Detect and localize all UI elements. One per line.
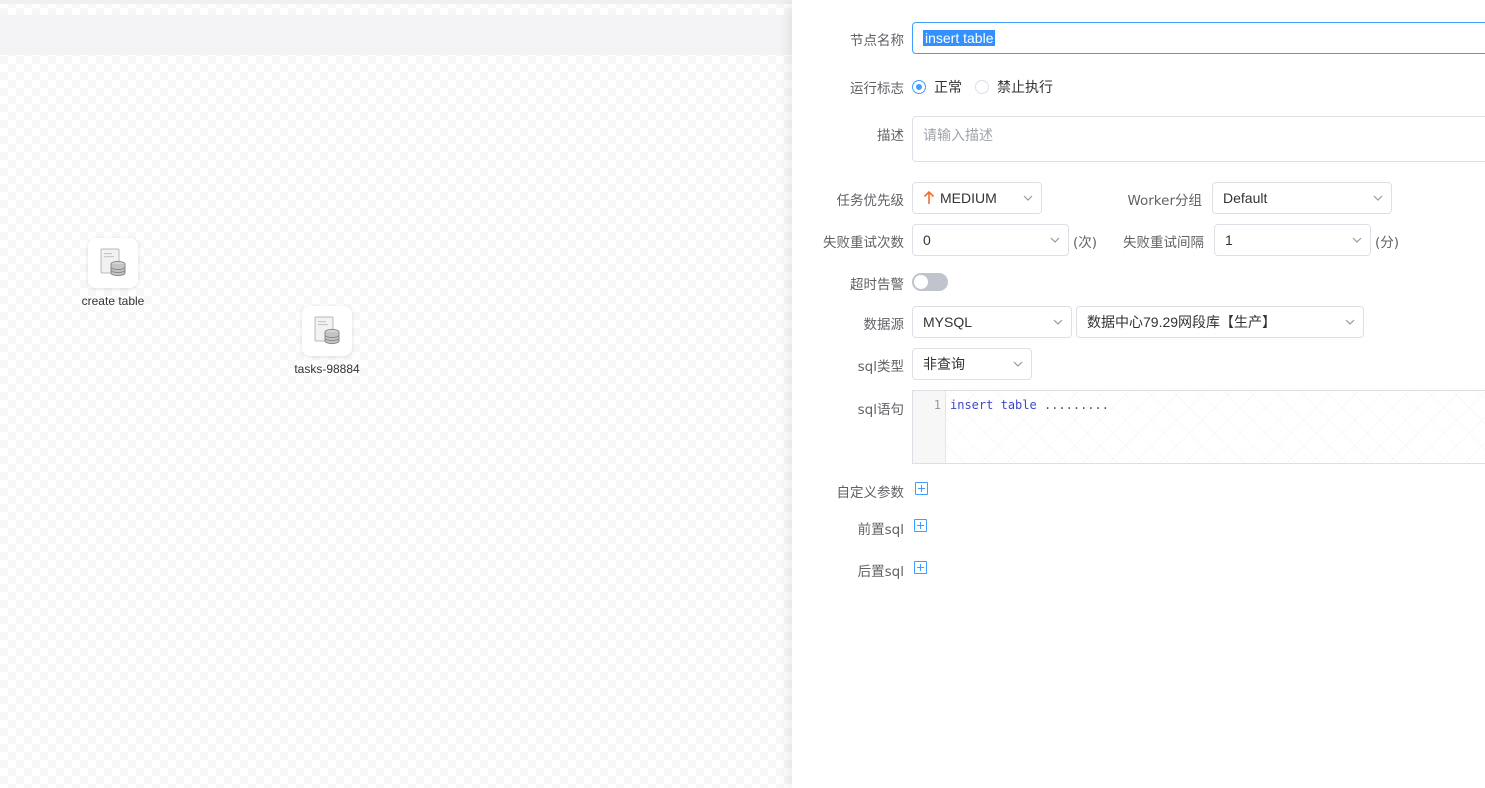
- description-placeholder: 请输入描述: [923, 127, 993, 143]
- top-strip: [0, 0, 792, 4]
- node-name-label: 节点名称: [850, 33, 904, 49]
- priority-value: MEDIUM: [940, 190, 997, 206]
- dag-node-create-table[interactable]: create table: [58, 238, 168, 308]
- sql-keyword: insert: [950, 398, 994, 412]
- priority-select[interactable]: MEDIUM: [912, 182, 1042, 214]
- node-name-input[interactable]: insert table: [912, 22, 1485, 54]
- sql-type-label: sql类型: [857, 359, 904, 375]
- timeout-alert-label: 超时告警: [850, 277, 904, 293]
- chevron-down-icon: [1365, 195, 1391, 201]
- run-flag-label: 运行标志: [850, 81, 904, 97]
- worker-group-select[interactable]: Default: [1212, 182, 1392, 214]
- node-label: tasks-98884: [294, 362, 360, 376]
- canvas-toolbar: [0, 15, 792, 55]
- retry-interval-label: 失败重试间隔: [1123, 235, 1204, 251]
- chevron-down-icon: [1042, 237, 1068, 243]
- chevron-down-icon: [1005, 361, 1031, 367]
- dag-node-tasks-98884[interactable]: tasks-98884: [272, 306, 382, 376]
- run-flag-normal-radio[interactable]: 正常: [912, 77, 962, 97]
- node-label: create table: [81, 294, 145, 308]
- switch-knob: [914, 275, 928, 289]
- chevron-down-icon: [1337, 319, 1363, 325]
- sql-type-select[interactable]: 非查询: [912, 348, 1032, 380]
- sql-code-line[interactable]: insert table .........: [950, 398, 1109, 412]
- sql-code-editor[interactable]: 1 insert table .........: [912, 390, 1485, 464]
- datasource-instance-value: 数据中心79.29网段库【生产】: [1087, 314, 1277, 330]
- sql-statement-label: sql语句: [857, 402, 904, 418]
- sql-database-icon[interactable]: [302, 306, 352, 356]
- retry-times-value: 0: [923, 232, 931, 248]
- sql-keyword: table: [1000, 398, 1037, 412]
- post-sql-label: 后置sql: [857, 564, 904, 580]
- worker-group-value: Default: [1223, 190, 1268, 206]
- chevron-down-icon: [1015, 195, 1041, 201]
- custom-params-label: 自定义参数: [836, 485, 905, 501]
- arrow-up-icon: [923, 191, 935, 205]
- chevron-down-icon: [1344, 237, 1370, 243]
- radio-label: 禁止执行: [997, 80, 1053, 96]
- radio-label: 正常: [934, 80, 962, 96]
- timeout-alert-switch[interactable]: [912, 273, 948, 291]
- add-pre-sql-plus-icon[interactable]: [914, 519, 927, 532]
- sql-database-icon[interactable]: [88, 238, 138, 288]
- retry-interval-unit: (分): [1375, 235, 1400, 251]
- add-post-sql-plus-icon[interactable]: [914, 561, 927, 574]
- priority-label: 任务优先级: [836, 193, 905, 209]
- description-textarea[interactable]: 请输入描述: [912, 116, 1485, 162]
- radio-unchecked-icon: [975, 80, 989, 94]
- description-label: 描述: [877, 128, 904, 144]
- line-number: 1: [913, 391, 946, 463]
- retry-interval-select[interactable]: 1: [1214, 224, 1371, 256]
- run-flag-forbidden-radio[interactable]: 禁止执行: [975, 77, 1053, 97]
- radio-checked-icon: [912, 80, 926, 94]
- retry-times-label: 失败重试次数: [823, 235, 904, 251]
- chevron-down-icon: [1045, 319, 1071, 325]
- dag-canvas[interactable]: create table tasks-98884: [0, 0, 792, 788]
- datasource-label: 数据源: [863, 317, 905, 333]
- retry-times-select[interactable]: 0: [912, 224, 1069, 256]
- datasource-instance-select[interactable]: 数据中心79.29网段库【生产】: [1076, 306, 1364, 338]
- sql-text: .........: [1043, 398, 1109, 412]
- worker-group-label: Worker分组: [1127, 193, 1202, 209]
- retry-times-unit: (次): [1073, 235, 1098, 251]
- add-custom-param-plus-icon[interactable]: [915, 482, 928, 495]
- retry-interval-value: 1: [1225, 232, 1233, 248]
- node-settings-drawer: 节点名称 insert table 运行标志 正常 禁止执行 描述 请输入描述 …: [792, 0, 1485, 788]
- datasource-type-value: MYSQL: [923, 314, 973, 330]
- datasource-type-select[interactable]: MYSQL: [912, 306, 1072, 338]
- pre-sql-label: 前置sql: [857, 522, 904, 538]
- node-name-value: insert table: [923, 30, 996, 46]
- sql-type-value: 非查询: [923, 356, 965, 372]
